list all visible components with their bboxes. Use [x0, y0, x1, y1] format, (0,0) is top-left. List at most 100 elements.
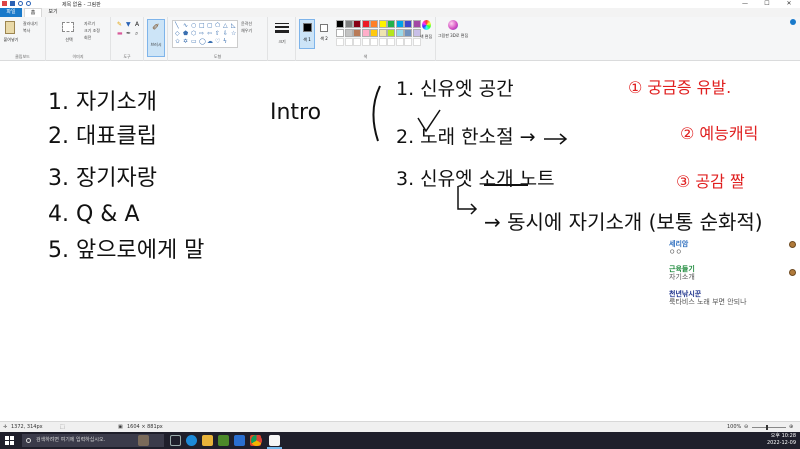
palette-swatch[interactable]: [404, 29, 412, 37]
size-icon[interactable]: [275, 21, 289, 35]
clock-time[interactable]: 오후 10:28: [767, 433, 796, 440]
fill-icon[interactable]: ▼: [126, 21, 131, 28]
palette-swatch[interactable]: [370, 29, 378, 37]
select-icon[interactable]: [62, 22, 74, 32]
rounded-rect-shape-icon[interactable]: ▢: [207, 22, 213, 29]
select-button[interactable]: 선택: [58, 37, 80, 43]
star5-shape-icon[interactable]: ✩: [175, 38, 180, 45]
task-view-icon[interactable]: [170, 435, 181, 446]
palette-swatch[interactable]: [336, 29, 344, 37]
color-picker-icon[interactable]: ✒: [126, 30, 131, 37]
left-arrow-shape-icon[interactable]: ⇦: [207, 30, 212, 37]
oval-shape-icon[interactable]: ○: [191, 22, 196, 29]
palette-swatch[interactable]: [404, 20, 412, 28]
callout-shape-icon[interactable]: ▭: [191, 38, 197, 45]
edit-colors-button[interactable]: 색 편집: [417, 34, 435, 40]
custom-swatch[interactable]: [353, 38, 361, 46]
custom-swatch[interactable]: [336, 38, 344, 46]
custom-swatch[interactable]: [370, 38, 378, 46]
palette-swatch[interactable]: [344, 20, 353, 28]
text-icon[interactable]: A: [135, 21, 139, 28]
polygon-shape-icon[interactable]: ⬠: [215, 22, 220, 29]
paste-icon[interactable]: [5, 21, 15, 34]
paste-button[interactable]: 붙여넣기: [0, 37, 22, 43]
rectangle-shape-icon[interactable]: □: [199, 22, 205, 29]
custom-swatch[interactable]: [344, 38, 353, 46]
undo-icon[interactable]: [18, 1, 23, 6]
palette-swatch[interactable]: [412, 20, 421, 28]
taskbar-app-thumbnail[interactable]: [138, 435, 149, 446]
close-button[interactable]: ✕: [778, 0, 800, 8]
tab-view[interactable]: 보기: [44, 8, 62, 17]
crop-button[interactable]: 자르기: [84, 21, 95, 27]
outline-dropdown[interactable]: 윤곽선: [241, 21, 252, 27]
zoom-in-button[interactable]: ⊕: [789, 424, 793, 430]
oval-callout-shape-icon[interactable]: ◯: [199, 38, 206, 45]
zoom-slider-thumb[interactable]: [766, 425, 768, 430]
cut-button[interactable]: 잘라내기: [23, 21, 38, 27]
palette-swatch[interactable]: [336, 20, 344, 28]
palette-swatch[interactable]: [378, 29, 387, 37]
minecraft-icon[interactable]: [218, 435, 229, 446]
shapes-gallery[interactable]: ╲ ∿ ○ □ ▢ ⬠ △ ◺ ◇ ⬟ ⬡ ⇨ ⇦ ⇧ ⇩ ☆ ✩ ✡ ▭ ◯: [172, 20, 238, 48]
maximize-button[interactable]: ☐: [756, 0, 778, 8]
file-explorer-icon[interactable]: [202, 435, 213, 446]
size-button[interactable]: 크기: [268, 39, 296, 45]
edit-colors-icon[interactable]: [422, 20, 431, 30]
pentagon-shape-icon[interactable]: ⬟: [183, 30, 188, 37]
palette-swatch[interactable]: [361, 29, 370, 37]
zoom-slider[interactable]: [752, 425, 786, 430]
star-shape-icon[interactable]: ☆: [231, 30, 236, 37]
resize-button[interactable]: 크기 조정: [84, 28, 100, 34]
star6-shape-icon[interactable]: ✡: [183, 38, 188, 45]
palette-swatch[interactable]: [353, 20, 361, 28]
cloud-callout-shape-icon[interactable]: ☁: [207, 38, 213, 45]
lightning-shape-icon[interactable]: ϟ: [223, 38, 227, 45]
copy-button[interactable]: 복사: [23, 28, 30, 34]
chrome-icon[interactable]: [251, 435, 262, 446]
zoom-out-button[interactable]: ⊖: [744, 424, 748, 430]
vscode-icon[interactable]: [234, 435, 245, 446]
custom-swatch[interactable]: [378, 38, 387, 46]
palette-swatch[interactable]: [344, 29, 353, 37]
help-icon[interactable]: [790, 19, 796, 25]
minimize-button[interactable]: —: [734, 0, 756, 8]
triangle-shape-icon[interactable]: △: [223, 22, 228, 29]
color1-button[interactable]: 색 1: [299, 19, 315, 49]
canvas-area[interactable]: 1. 자기소개 2. 대표클립 3. 장기자랑 4. Q & A 5. 앞으로에게 말 …: [0, 61, 800, 421]
custom-swatch[interactable]: [395, 38, 404, 46]
custom-swatch[interactable]: [387, 38, 395, 46]
edge-browser-icon[interactable]: [186, 435, 197, 446]
diamond-shape-icon[interactable]: ◇: [175, 30, 180, 37]
palette-swatch[interactable]: [387, 29, 395, 37]
line-shape-icon[interactable]: ╲: [175, 22, 179, 29]
down-arrow-shape-icon[interactable]: ⇩: [223, 30, 228, 37]
eraser-icon[interactable]: ▬: [117, 30, 123, 37]
tab-home[interactable]: 홈: [24, 8, 42, 17]
heart-shape-icon[interactable]: ♡: [215, 38, 220, 45]
color2-button[interactable]: 색 2: [317, 19, 332, 49]
paint-taskbar-icon[interactable]: [269, 435, 280, 446]
custom-swatch[interactable]: [404, 38, 412, 46]
palette-swatch[interactable]: [370, 20, 378, 28]
palette-swatch[interactable]: [387, 20, 395, 28]
pencil-icon[interactable]: ✎: [117, 21, 122, 28]
palette-swatch[interactable]: [378, 20, 387, 28]
hexagon-shape-icon[interactable]: ⬡: [191, 30, 196, 37]
paint3d-button[interactable]: 그림판 3D로 편집: [436, 33, 470, 38]
redo-icon[interactable]: [26, 1, 31, 6]
palette-swatch[interactable]: [395, 29, 404, 37]
rotate-button[interactable]: 회전: [84, 35, 91, 41]
tab-file[interactable]: 파일: [0, 8, 22, 17]
custom-swatch[interactable]: [361, 38, 370, 46]
palette-swatch[interactable]: [353, 29, 361, 37]
fill-dropdown[interactable]: 채우기: [241, 28, 252, 34]
right-arrow-shape-icon[interactable]: ⇨: [199, 30, 204, 37]
save-icon[interactable]: [10, 1, 15, 6]
palette-swatch[interactable]: [361, 20, 370, 28]
curve-shape-icon[interactable]: ∿: [183, 22, 188, 29]
up-arrow-shape-icon[interactable]: ⇧: [215, 30, 220, 37]
magnifier-icon[interactable]: ⌕: [135, 30, 138, 38]
paint3d-icon[interactable]: [448, 20, 458, 30]
brushes-button[interactable]: ✐ 브러시: [147, 19, 165, 57]
